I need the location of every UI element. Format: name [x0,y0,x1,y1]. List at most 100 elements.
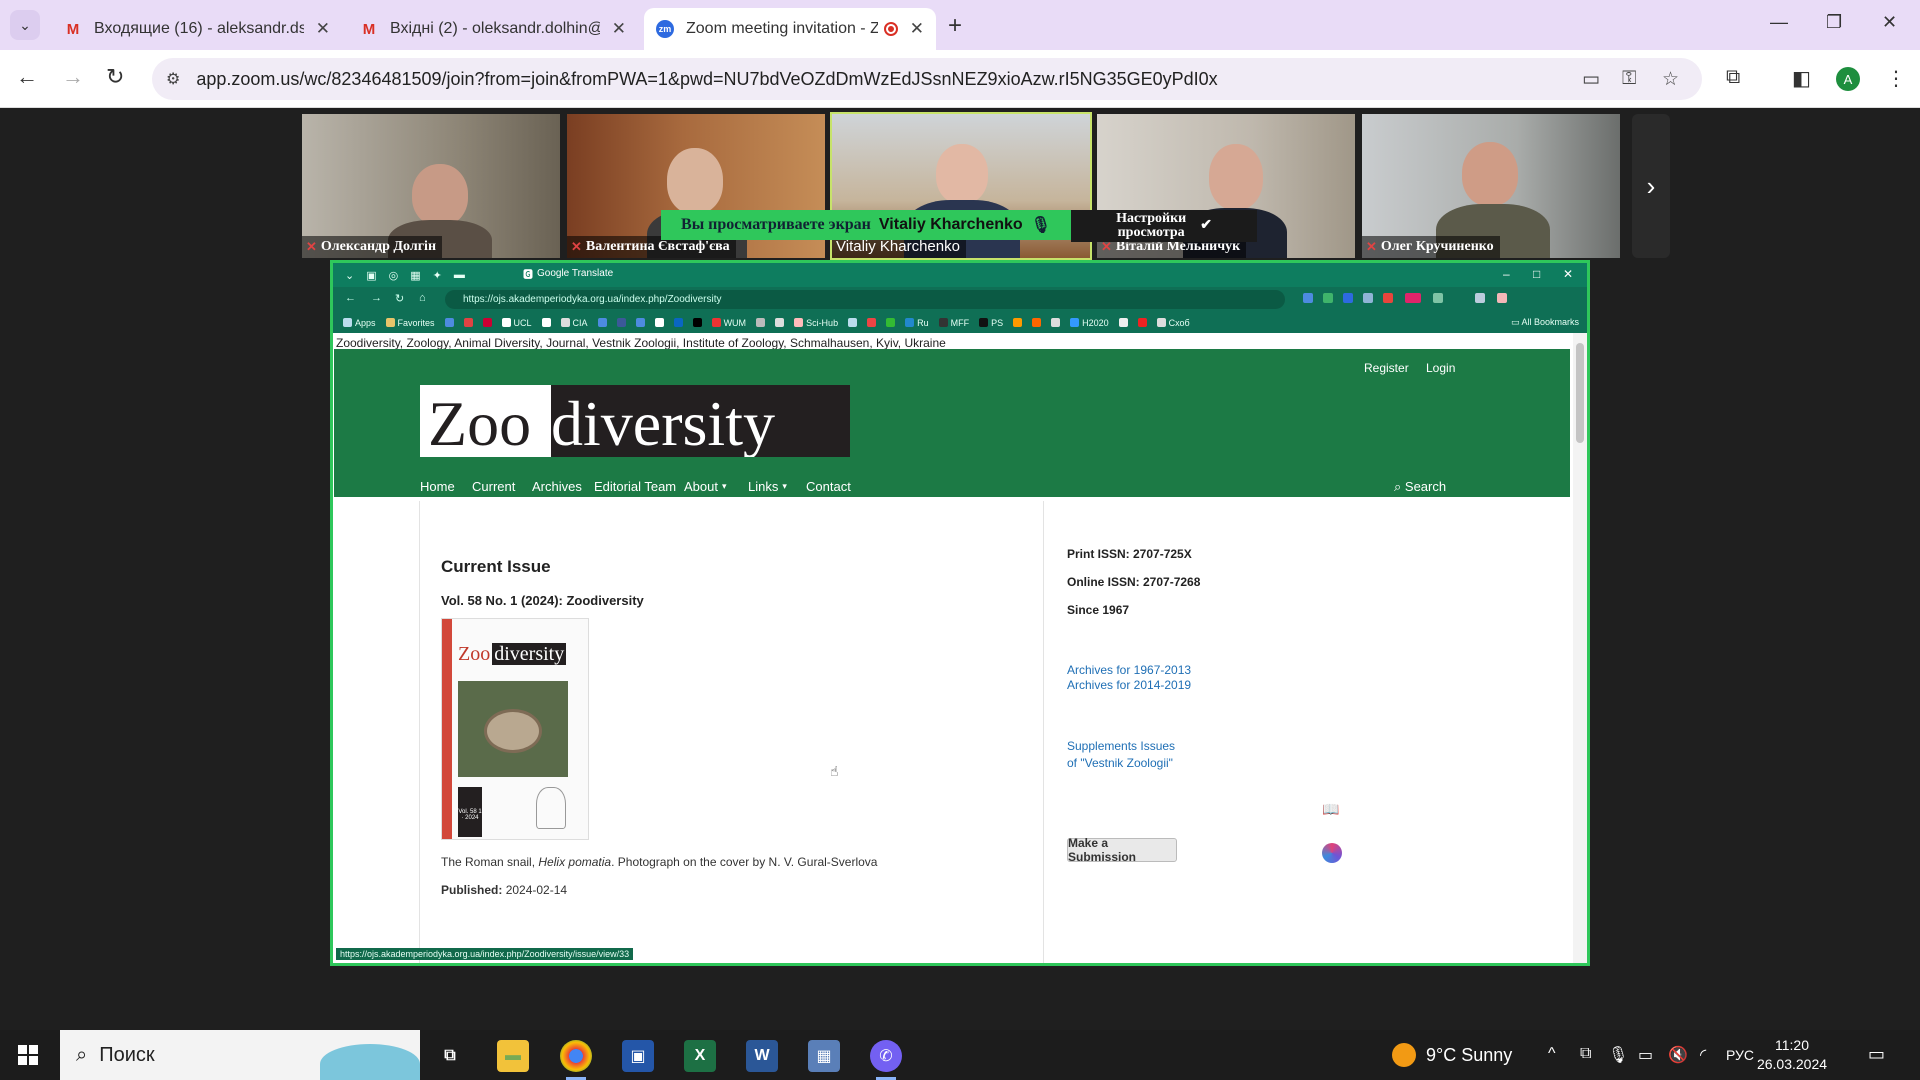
tab-gmail-inbox-1[interactable]: M Входящие (16) - aleksandr.ds8 ✕ [52,8,342,50]
shared-screen: ⌄ ▣ ◎ ▦ ✦ ▬ 🅶 Google Translate – □ ✕ ← → … [330,260,1590,966]
excel-icon[interactable]: X [684,1040,716,1072]
shared-extension-icon [1475,293,1485,303]
participant-head [1209,144,1263,210]
translate-icon: 🅶 [523,270,533,281]
checkmark-icon: ✔ [1200,218,1212,233]
all-bookmarks-link: ▭ All Bookmarks [1510,317,1579,327]
bookmark-star-icon[interactable]: ☆ [1662,68,1679,91]
participant-tile-5[interactable]: ✕ Олег Кручиненко [1362,114,1620,258]
start-windows-icon[interactable] [18,1045,38,1065]
shared-tab-icon: ▣ [366,269,377,282]
forward-arrow-icon[interactable]: → [62,64,84,90]
make-submission-button: Make a Submission [1067,836,1177,864]
site-settings-icon[interactable]: ⚙ [166,69,180,89]
shared-maximize-icon: □ [1533,267,1541,281]
restore-window-icon[interactable]: ❐ [1826,12,1842,33]
muted-mic-icon: ✕ [306,239,317,254]
published-date: Published: 2024-02-14 [441,883,568,897]
tab-zoom-meeting[interactable]: zm Zoom meeting invitation - Z ✕ [644,8,936,50]
nav-contact: Contact [806,479,851,494]
side-panel-icon[interactable]: ◧ [1792,66,1811,91]
bookmark-item [1137,318,1147,327]
shared-close-icon: ✕ [1563,267,1574,281]
bookmark-item: UCL [501,318,532,328]
bookmark-item: Ru [905,318,929,328]
profile-avatar[interactable]: A [1836,67,1860,91]
camera-tray-icon[interactable]: ⧉ [1580,1045,1591,1063]
bookmark-item [1032,318,1042,327]
notifications-icon[interactable]: ▭ [1868,1044,1885,1065]
bookmark-item [886,318,896,327]
archives-link-1967-2013: Archives for 1967-2013 [1067,663,1192,677]
taskbar-search-box[interactable]: ⌕ Поиск [60,1030,420,1080]
shared-bookmarks-bar: Apps Favorites UCL CIA WUM Sci-Hub Ru MF… [333,312,1587,333]
reader-mode-icon: 📖 [1322,801,1340,817]
calculator-icon[interactable]: ▦ [808,1040,840,1072]
journal-header: Register Login Zoo diversity Home Curren… [334,349,1570,497]
address-bar[interactable]: ⚙ app.zoom.us/wc/82346481509/join?from=j… [152,58,1702,100]
browser-menu-icon[interactable]: ⋮ [1886,66,1906,91]
view-options-button[interactable]: Настройки просмотра ✔ [1071,210,1257,242]
browser-tab-bar: ⌄ M Входящие (16) - aleksandr.ds8 ✕ M Вх… [0,0,1920,50]
browser-toolbar: ← → ↻ ⚙ app.zoom.us/wc/82346481509/join?… [0,50,1920,108]
bookmark-item [482,318,492,327]
viber-icon[interactable]: ✆ [870,1040,902,1080]
bookmark-item [654,318,664,327]
show-hidden-icons-chevron-icon[interactable]: ^ [1548,1045,1556,1063]
shared-tab-icon: ◎ [388,269,399,282]
extensions-puzzle-icon[interactable]: ⧉ [1726,66,1740,89]
minimize-window-icon[interactable]: — [1770,12,1788,33]
bookmark-item [775,318,785,327]
close-tab-icon[interactable]: ✕ [910,19,924,39]
ai-assistant-icon [1322,843,1342,863]
battery-icon[interactable]: ▭ [1638,1045,1653,1065]
webpage-title-text: Zoodiversity, Zoology, Animal Diversity,… [336,336,946,350]
search-icon: ⌕ [1394,479,1405,494]
chrome-icon[interactable] [560,1040,592,1080]
gmail-icon: M [362,20,376,38]
bookmark-item: Cхоб [1156,318,1190,328]
address-url[interactable]: app.zoom.us/wc/82346481509/join?from=joi… [196,69,1217,90]
bookmark-item: H2020 [1070,318,1109,328]
tab-search-dropdown-icon[interactable]: ⌄ [10,10,40,40]
tab-title: Вхідні (2) - oleksandr.dolhin@p [390,20,600,37]
volume-muted-icon[interactable]: 🔇 [1668,1045,1688,1065]
camera-in-use-icon[interactable]: ▭ [1582,68,1600,91]
participant-head [412,164,468,226]
bookmark-item [1051,318,1061,327]
windows-taskbar: ⌕ Поиск ⧉ ▬ ▣ X W ▦ ✆ 9°C Sunny ^ ⧉ 🎙 ▭ … [0,1030,1920,1080]
task-view-icon[interactable]: ⧉ [434,1040,466,1072]
word-icon[interactable]: W [746,1040,778,1072]
language-indicator[interactable]: РУС [1726,1047,1754,1063]
next-participants-chevron-icon[interactable]: › [1632,114,1670,258]
new-tab-icon[interactable]: + [948,12,962,40]
shared-tab-icon: ✦ [432,269,442,282]
bookmark-item: Favorites [385,318,435,328]
save-app-icon[interactable]: ▣ [622,1040,654,1072]
shared-extension-icon [1343,293,1353,303]
shared-browser-tabbar: ⌄ ▣ ◎ ▦ ✦ ▬ 🅶 Google Translate – □ ✕ [333,263,1587,287]
close-window-icon[interactable]: ✕ [1882,12,1897,33]
cover-snail-photo [458,681,568,777]
close-tab-icon[interactable]: ✕ [316,19,330,39]
microphone-tray-icon[interactable]: 🎙 [1608,1045,1628,1065]
participant-name-label: ✕ Олег Кручиненко [1362,236,1500,258]
print-issn: Print ISSN: 2707-725X [1067,547,1192,561]
password-key-icon[interactable]: ⚿ [1622,68,1636,90]
tab-gmail-inbox-2[interactable]: M Вхідні (2) - oleksandr.dolhin@p ✕ [348,8,638,50]
back-arrow-icon[interactable]: ← [16,64,38,90]
clock[interactable]: 11:20 26.03.2024 [1752,1036,1832,1074]
wifi-icon[interactable]: ◜ [1700,1045,1706,1065]
shared-page-scrollbar [1573,333,1587,963]
shared-browser-toolbar: ← → ↻ ⌂ https://ojs.akademperiodyka.org.… [333,287,1587,312]
participant-tile-1[interactable]: ✕ Олександр Долгін [302,114,560,258]
close-tab-icon[interactable]: ✕ [612,19,626,39]
reload-icon[interactable]: ↻ [106,64,124,90]
shared-tab-icon: ▦ [410,269,421,282]
archives-link-2014-2019: Archives for 2014-2019 [1067,678,1192,692]
file-explorer-icon[interactable]: ▬ [497,1040,529,1072]
issue-cover-image: Zoo diversity Vol. 58 1 · 2024 [441,618,589,840]
recording-indicator-icon [883,22,898,36]
zoom-meeting-area: ✕ Олександр Долгін ✕ Валентина Євстаф'єва … [0,108,1920,1030]
weather-widget[interactable]: 9°C Sunny [1392,1043,1512,1067]
